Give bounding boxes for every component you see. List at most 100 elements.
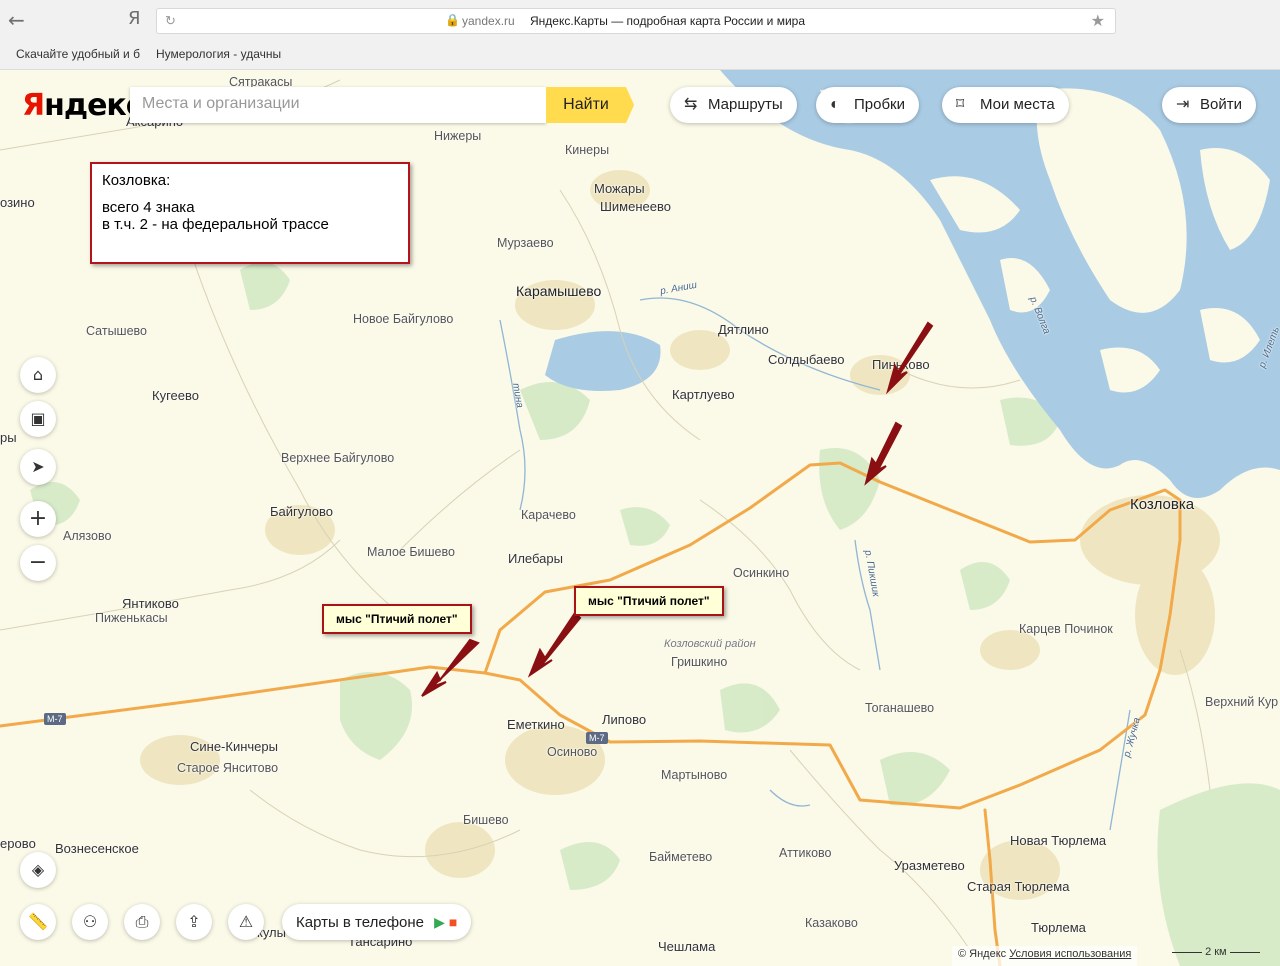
place-kozlovka[interactable]: Козловка <box>1130 496 1194 513</box>
place-kartluevo[interactable]: Картлуево <box>672 387 735 402</box>
back-arrow-icon[interactable]: ← <box>8 8 25 32</box>
routes-button[interactable]: ⇆ Маршруты <box>670 87 797 123</box>
place-cheshlama[interactable]: Чешлама <box>658 939 715 954</box>
place-murzaevo[interactable]: Мурзаево <box>497 236 554 250</box>
browser-brand-icon[interactable]: Я <box>128 8 141 29</box>
place-satyshevo[interactable]: Сатышево <box>86 324 147 338</box>
place-osinovo[interactable]: Осиново <box>547 745 597 759</box>
place-kugeevo[interactable]: Кугеево <box>152 388 199 403</box>
place-martynovo[interactable]: Мартыново <box>661 768 727 782</box>
briefcase-icon[interactable]: ▣ <box>20 401 56 437</box>
zoom-out-button[interactable]: − <box>20 545 56 581</box>
place-bishevo[interactable]: Бишево <box>463 813 509 827</box>
place-kinery[interactable]: Кинеры <box>565 143 609 157</box>
place-staraya-tyurlema[interactable]: Старая Тюрлема <box>967 879 1069 894</box>
place-grishkino[interactable]: Гришкино <box>671 655 727 669</box>
place-nizhery[interactable]: Нижеры <box>434 129 481 143</box>
place-lipovo[interactable]: Липово <box>602 712 646 727</box>
url-bar[interactable]: ↻ 🔒 yandex.ru Яндекс.Карты — подробная к… <box>156 8 1116 34</box>
place-novaya-tyurlema[interactable]: Новая Тюрлема <box>1010 833 1106 848</box>
place-emetkino[interactable]: Еметкино <box>507 717 565 732</box>
road-shield-m7: М-7 <box>44 713 66 725</box>
place-kazakovo[interactable]: Казаково <box>805 916 858 930</box>
bookmark-star-icon[interactable]: ★ <box>1091 11 1105 31</box>
place-urazmetevo[interactable]: Уразметево <box>894 858 965 873</box>
bookmark-item[interactable]: Скачайте удобный и б <box>16 47 140 61</box>
place-toganashevo[interactable]: Тоганашево <box>865 701 934 715</box>
bookmark-item[interactable]: Нумерология - удачны <box>156 47 281 61</box>
place-osinkino[interactable]: Осинкино <box>733 566 789 580</box>
place-tyurlema[interactable]: Тюрлема <box>1031 920 1086 935</box>
place-karachevo[interactable]: Карачево <box>521 508 576 522</box>
callout-title: Козловка: <box>102 172 171 189</box>
place-erovo[interactable]: еровo <box>0 836 36 851</box>
place-dyatlino[interactable]: Дятлино <box>718 322 769 337</box>
place-ry[interactable]: ры <box>0 430 17 445</box>
scale-line <box>1172 951 1202 953</box>
place-kartsev-pochinok[interactable]: Карцев Починок <box>1019 622 1113 636</box>
share-icon[interactable]: ⇪ <box>176 904 212 940</box>
find-button[interactable]: Найти <box>546 87 634 123</box>
place-novoe-baygulovo[interactable]: Новое Байгулово <box>353 312 453 326</box>
place-azino[interactable]: озино <box>0 195 35 210</box>
windows-icon: ■ <box>448 914 458 930</box>
terms-link[interactable]: Условия использования <box>1009 948 1131 960</box>
url-domain: yandex.ru <box>462 14 515 28</box>
place-attikovo[interactable]: Аттиково <box>779 846 832 860</box>
layers-icon[interactable]: ◈ <box>20 852 56 888</box>
place-staroe-yansitovo[interactable]: Старое Янситово <box>177 761 278 775</box>
app-promo-button[interactable]: Карты в телефоне ▶ ■ <box>282 904 472 940</box>
place-voznesenskoe[interactable]: Вознесенское <box>55 841 139 856</box>
bookmark-icon: ⌑ <box>956 96 965 113</box>
route-icon: ⇆ <box>684 96 698 113</box>
my-places-button[interactable]: ⌑ Мои места <box>942 87 1069 123</box>
annotation-callout: Козловка: всего 4 знака в т.ч. 2 - на фе… <box>90 162 410 264</box>
place-ilebary[interactable]: Илебары <box>508 551 563 566</box>
scale-bar: 2 км <box>1172 946 1260 958</box>
place-mozhary[interactable]: Можары <box>594 181 645 196</box>
place-verkhny-kur[interactable]: Верхний Кур <box>1205 695 1278 709</box>
region-label: Козловский район <box>664 638 756 650</box>
login-button[interactable]: ⇥ Войти <box>1162 87 1256 123</box>
callout-line-1: всего 4 знака <box>102 199 195 216</box>
binoculars-icon[interactable]: ⚇ <box>72 904 108 940</box>
search-box[interactable] <box>130 87 546 123</box>
ruler-icon[interactable]: 📏 <box>20 904 56 940</box>
place-baymetevo[interactable]: Байметево <box>649 850 712 864</box>
place-karamyshevo[interactable]: Карамышево <box>516 283 601 299</box>
place-sine-kinchery[interactable]: Сине-Кинчеры <box>190 739 278 754</box>
volga-river <box>720 70 1280 498</box>
callout-line-2: в т.ч. 2 - на федеральной трассе <box>102 216 329 233</box>
annotation-tag-right: мыс "Птичий полет" <box>574 586 724 616</box>
browser-chrome: ← Я ↻ 🔒 yandex.ru Яндекс.Карты — подробн… <box>0 0 1280 70</box>
warning-icon[interactable]: ⚠ <box>228 904 264 940</box>
traffic-button[interactable]: ◐ Пробки <box>816 87 919 123</box>
home-icon[interactable]: ⌂ <box>20 357 56 393</box>
annotation-tag-left: мыс "Птичий полет" <box>322 604 472 634</box>
url-page-title: Яндекс.Карты — подробная карта России и … <box>530 14 806 28</box>
zoom-in-button[interactable]: + <box>20 501 56 537</box>
reload-icon[interactable]: ↻ <box>165 13 176 29</box>
map-canvas[interactable]: Козловка Карамышево Дятлино Солдыбаево П… <box>0 70 1280 966</box>
yandex-logo[interactable]: Яндекс <box>22 88 144 123</box>
address-row: ← Я ↻ 🔒 yandex.ru Яндекс.Карты — подробн… <box>0 0 1280 40</box>
scale-label: 2 км <box>1205 946 1227 958</box>
place-verkhnee-baygulovo[interactable]: Верхнее Байгулово <box>281 451 394 465</box>
place-soldybaevo[interactable]: Солдыбаево <box>768 352 844 367</box>
place-yantikovo[interactable]: Янтиково <box>122 596 179 611</box>
print-icon[interactable]: ⎙ <box>124 904 160 940</box>
login-icon: ⇥ <box>1176 96 1190 113</box>
place-alyazovo[interactable]: Алязово <box>63 529 111 543</box>
copyright-text: © Яндекс <box>958 948 1007 960</box>
lock-icon: 🔒 <box>445 13 460 27</box>
place-pizhenkasy[interactable]: Пиженькасы <box>95 611 168 625</box>
place-shimeneevo[interactable]: Шименеево <box>600 199 671 214</box>
place-pinyakovo[interactable]: Пиньково <box>872 357 930 372</box>
locate-icon[interactable]: ➤ <box>20 449 56 485</box>
search-input[interactable] <box>130 87 530 121</box>
app-store-icons: ▶ ■ <box>434 914 457 930</box>
bookmarks-bar: Скачайте удобный и б Нумерология - удачн… <box>0 42 1280 68</box>
place-baygulovo[interactable]: Байгулово <box>270 504 333 519</box>
place-maloe-bishevo[interactable]: Малое Бишево <box>367 545 455 559</box>
traffic-icon: ◐ <box>830 96 840 113</box>
